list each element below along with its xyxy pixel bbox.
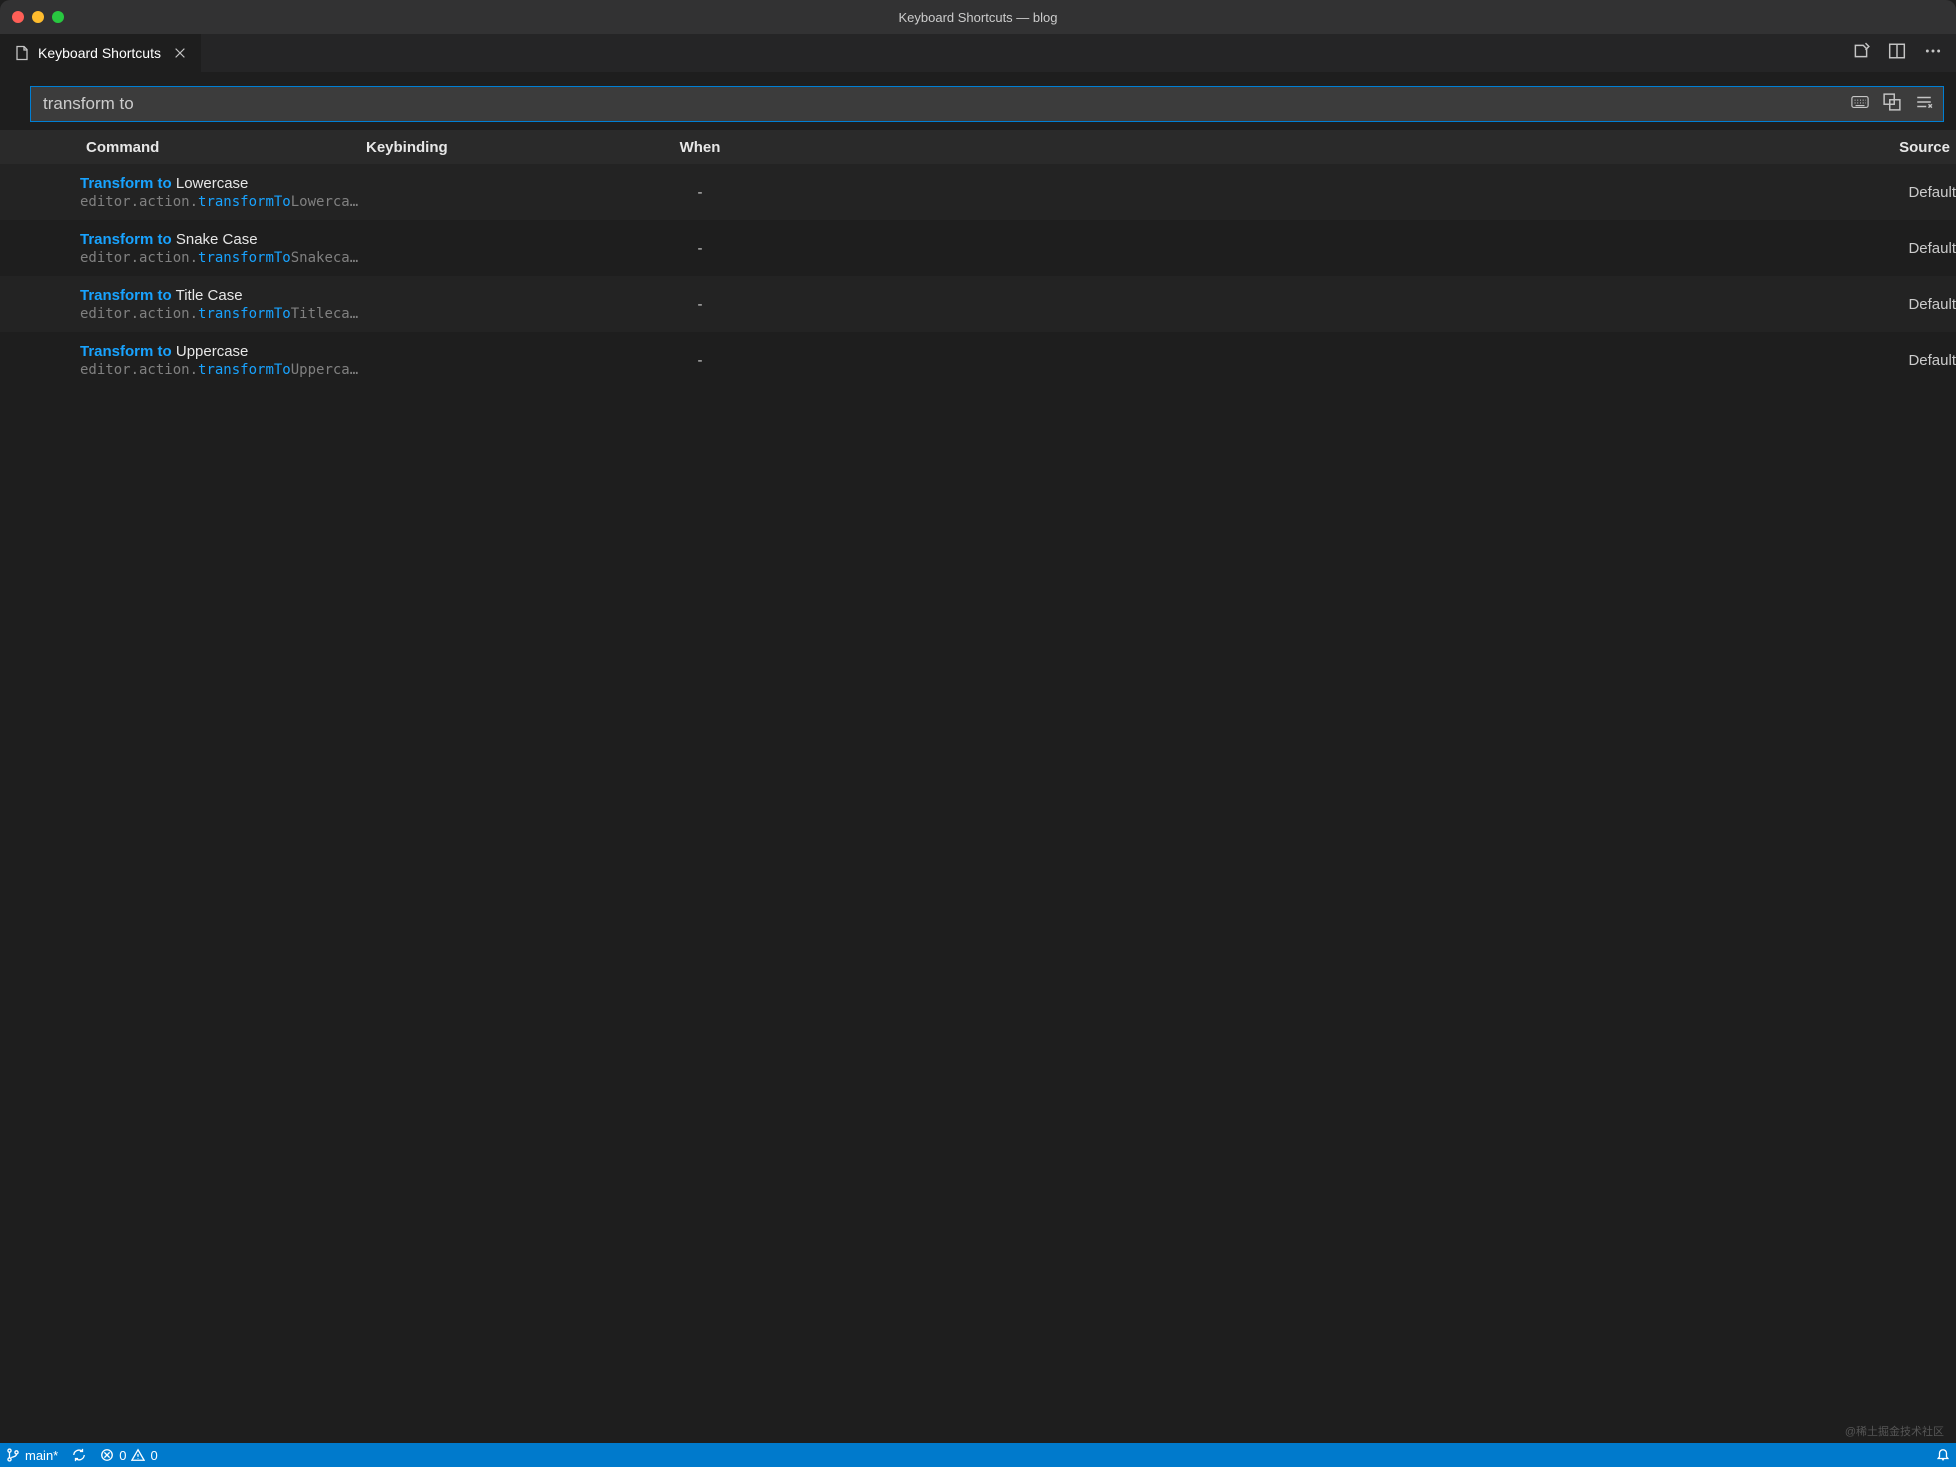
record-keys-icon[interactable] <box>1851 93 1869 116</box>
maximize-window-button[interactable] <box>52 11 64 23</box>
when-cell: - <box>540 296 860 313</box>
table-row[interactable]: Transform to Uppercase editor.action.tra… <box>0 332 1956 388</box>
more-actions-icon[interactable] <box>1924 42 1942 65</box>
tabbar: Keyboard Shortcuts <box>0 34 1956 72</box>
col-when[interactable]: When <box>540 139 860 156</box>
sync-button[interactable] <box>72 1448 86 1462</box>
command-title: Transform to Snake Case <box>80 231 360 248</box>
sort-precedence-icon[interactable] <box>1883 93 1901 116</box>
search-input[interactable] <box>31 94 1851 114</box>
col-source[interactable]: Source <box>1856 139 1956 156</box>
close-window-button[interactable] <box>12 11 24 23</box>
window-controls <box>12 11 64 23</box>
command-title: Transform to Title Case <box>80 287 360 304</box>
tab-label: Keyboard Shortcuts <box>38 45 161 61</box>
command-title: Transform to Uppercase <box>80 343 360 360</box>
clear-search-icon[interactable] <box>1915 93 1933 116</box>
branch-name: main* <box>25 1448 58 1463</box>
problems[interactable]: 0 0 <box>100 1448 157 1463</box>
editor-actions <box>1852 34 1956 72</box>
split-editor-icon[interactable] <box>1888 42 1906 65</box>
when-cell: - <box>540 240 860 257</box>
command-id: editor.action.transformToSnakeca… <box>80 250 360 266</box>
source-cell: Default <box>1856 296 1956 313</box>
minimize-window-button[interactable] <box>32 11 44 23</box>
git-branch[interactable]: main* <box>6 1448 58 1463</box>
table-row[interactable]: Transform to Snake Case editor.action.tr… <box>0 220 1956 276</box>
when-cell: - <box>540 352 860 369</box>
source-cell: Default <box>1856 352 1956 369</box>
statusbar: main* 0 0 <box>0 1443 1956 1467</box>
command-id: editor.action.transformToTitleca… <box>80 306 360 322</box>
tab-keyboard-shortcuts[interactable]: Keyboard Shortcuts <box>0 34 202 72</box>
window-title: Keyboard Shortcuts — blog <box>0 10 1956 25</box>
command-id: editor.action.transformToUpperca… <box>80 362 360 378</box>
search-box[interactable] <box>30 86 1944 122</box>
warning-count: 0 <box>150 1448 157 1463</box>
command-id: editor.action.transformToLowerca… <box>80 194 360 210</box>
command-title: Transform to Lowercase <box>80 175 360 192</box>
source-cell: Default <box>1856 240 1956 257</box>
titlebar: Keyboard Shortcuts — blog <box>0 0 1956 34</box>
error-count: 0 <box>119 1448 126 1463</box>
open-json-icon[interactable] <box>1852 42 1870 65</box>
when-cell: - <box>540 184 860 201</box>
col-command[interactable]: Command <box>80 139 360 156</box>
table-row[interactable]: Transform to Title Case editor.action.tr… <box>0 276 1956 332</box>
col-keybinding[interactable]: Keybinding <box>360 139 540 156</box>
close-icon[interactable] <box>173 46 187 60</box>
keyboard-shortcuts-editor: Command Keybinding When Source Transform… <box>0 72 1956 1443</box>
keybinding-table: Command Keybinding When Source Transform… <box>0 130 1956 388</box>
file-icon <box>14 45 30 61</box>
notifications-button[interactable] <box>1936 1448 1950 1462</box>
table-row[interactable]: Transform to Lowercase editor.action.tra… <box>0 164 1956 220</box>
table-header: Command Keybinding When Source <box>0 130 1956 164</box>
source-cell: Default <box>1856 184 1956 201</box>
